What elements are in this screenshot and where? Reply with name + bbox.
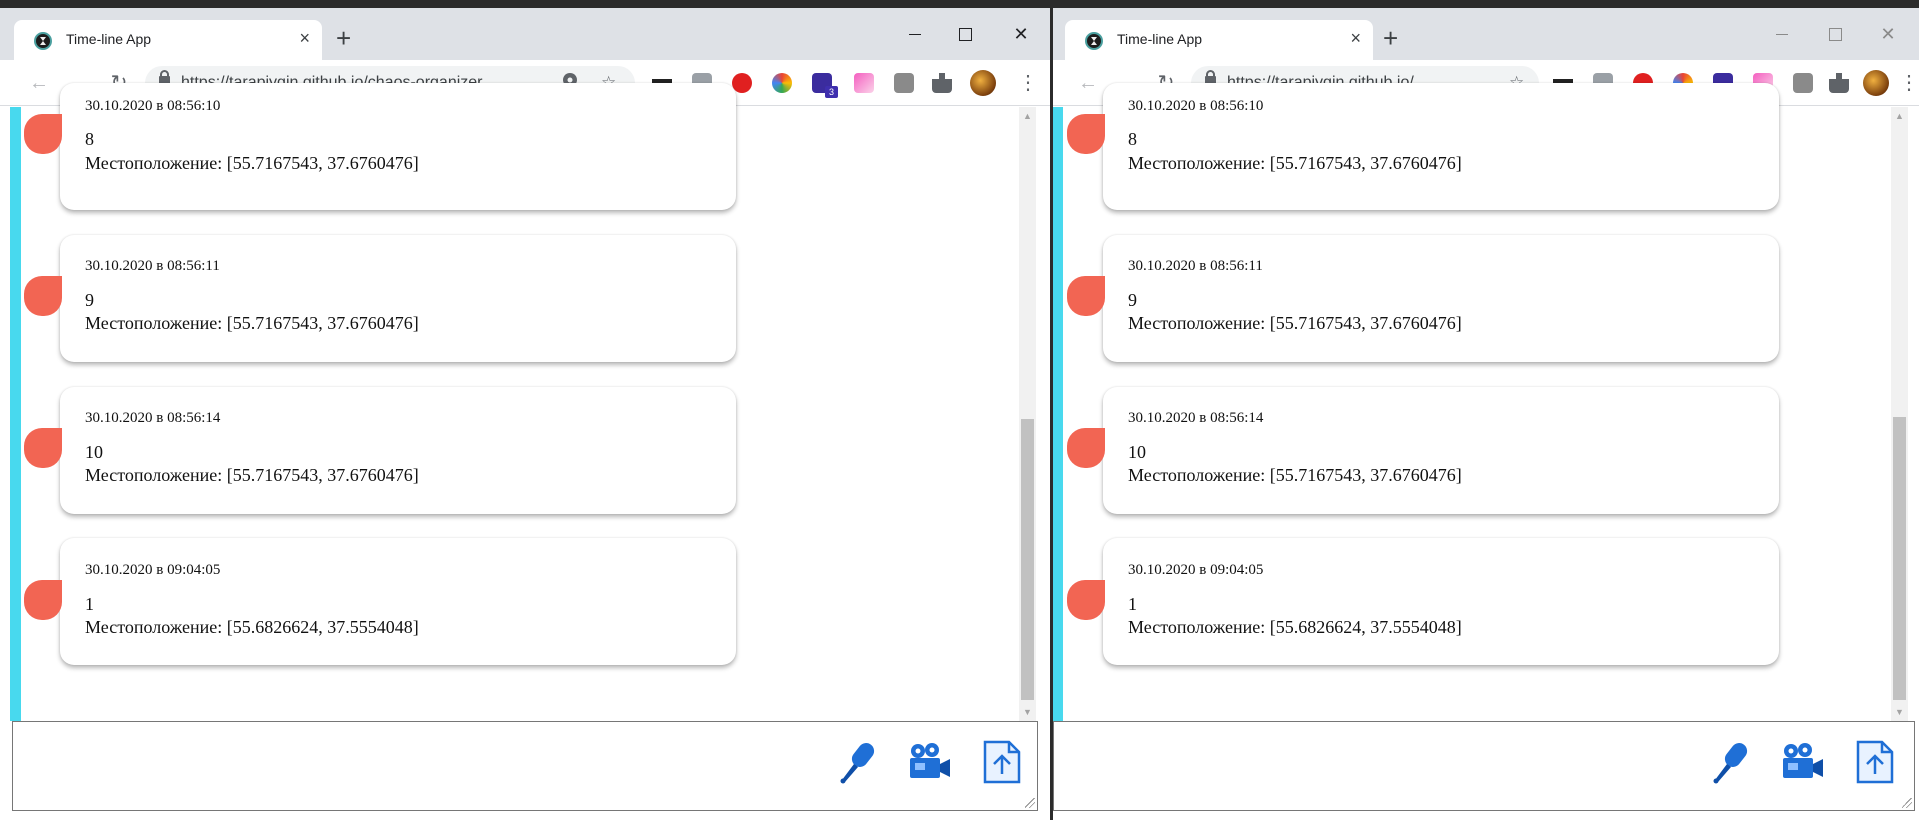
tab-title: Time-line App: [1117, 31, 1203, 47]
card-location: Местоположение: [55.7167543, 37.6760476]: [1128, 313, 1462, 333]
card-location: Местоположение: [55.7167543, 37.6760476]: [85, 465, 419, 485]
timeline-card: 30.10.2020 в 08:56:10 8 Местоположение: …: [24, 83, 736, 210]
tab-timeline-app[interactable]: Time-line App ×: [14, 20, 322, 60]
scroll-down-arrow[interactable]: ▼: [1019, 705, 1036, 719]
card-location: Местоположение: [55.6826624, 37.5554048]: [85, 617, 419, 637]
video-camera-icon[interactable]: [1778, 738, 1826, 786]
page-viewport: 30.10.2020 в 08:56:10 8 Местоположение: …: [1053, 83, 1919, 820]
scroll-thumb[interactable]: [1021, 419, 1034, 700]
page-scrollbar[interactable]: ▲ ▼: [1891, 107, 1908, 721]
page-scrollbar[interactable]: ▲ ▼: [1019, 107, 1036, 721]
timeline-marker: [1067, 114, 1105, 154]
tab-title: Time-line App: [66, 31, 152, 47]
timeline-marker: [1067, 580, 1105, 620]
adblock-extension-icon[interactable]: [732, 73, 752, 93]
card-text: 9: [1128, 290, 1137, 310]
maximize-button[interactable]: [942, 18, 988, 50]
timeline-marker: [1067, 276, 1105, 316]
browser-menu-icon[interactable]: ⋮: [1018, 70, 1038, 96]
timeline-card: 30.10.2020 в 08:56:14 10 Местоположение:…: [1067, 387, 1779, 514]
timeline-card: 30.10.2020 в 09:04:05 1 Местоположение: …: [24, 538, 736, 665]
timeline-card: 30.10.2020 в 08:56:10 8 Местоположение: …: [1067, 83, 1779, 210]
camera-extension-icon[interactable]: [894, 73, 914, 93]
timeline-marker: [24, 276, 62, 316]
card-date: 30.10.2020 в 08:56:11: [85, 258, 220, 274]
file-upload-icon[interactable]: [1850, 738, 1898, 786]
scroll-up-arrow[interactable]: ▲: [1019, 109, 1036, 123]
camera-extension-icon[interactable]: [1793, 73, 1813, 93]
card-date: 30.10.2020 в 09:04:05: [1128, 562, 1264, 578]
card-text: 8: [85, 129, 94, 149]
back-button[interactable]: ←: [26, 70, 52, 96]
tab-close-icon[interactable]: ×: [1350, 28, 1361, 48]
timeline-marker: [24, 428, 62, 468]
card-location: Местоположение: [55.6826624, 37.5554048]: [1128, 617, 1462, 637]
tab-timeline-app[interactable]: Time-line App ×: [1065, 20, 1373, 60]
timeline-card: 30.10.2020 в 09:04:05 1 Местоположение: …: [1067, 538, 1779, 665]
card-text: 8: [1128, 129, 1137, 149]
maximize-button[interactable]: [1812, 18, 1858, 50]
timeline-marker: [24, 580, 62, 620]
new-tab-button[interactable]: +: [1383, 25, 1398, 51]
browser-menu-icon[interactable]: ⋮: [1899, 70, 1919, 96]
card-location: Местоположение: [55.7167543, 37.6760476]: [1128, 153, 1462, 173]
card-date: 30.10.2020 в 08:56:10: [85, 98, 221, 114]
card-text: 1: [85, 594, 94, 614]
browser-window-left: Time-line App × + ✕ ← → ↻ https://tarapi…: [0, 8, 1050, 820]
gradient-extension-icon[interactable]: [854, 73, 874, 93]
scroll-up-arrow[interactable]: ▲: [1891, 109, 1908, 123]
timeline-card: 30.10.2020 в 08:56:11 9 Местоположение: …: [1067, 235, 1779, 362]
timeline-marker: [24, 114, 62, 154]
puzzle-extensions-icon[interactable]: [932, 73, 952, 93]
resize-grip[interactable]: [1025, 798, 1035, 808]
color-wheel-extension-icon[interactable]: [772, 73, 792, 93]
tab-strip: Time-line App × + ✕: [0, 8, 1050, 60]
close-window-button[interactable]: ✕: [1865, 18, 1911, 50]
card-text: 10: [85, 442, 103, 462]
puzzle-extensions-icon[interactable]: [1829, 73, 1849, 93]
message-composer[interactable]: [12, 721, 1038, 811]
tab-close-icon[interactable]: ×: [299, 28, 310, 48]
card-text: 1: [1128, 594, 1137, 614]
card-date: 30.10.2020 в 08:56:11: [1128, 258, 1263, 274]
profile-avatar[interactable]: [1863, 70, 1889, 96]
tab-strip: Time-line App × + ✕: [1053, 8, 1919, 60]
microphone-icon[interactable]: [833, 738, 881, 786]
card-date: 30.10.2020 в 08:56:14: [85, 410, 221, 426]
card-date: 30.10.2020 в 08:56:14: [1128, 410, 1264, 426]
minimize-button[interactable]: [1759, 18, 1805, 50]
new-tab-button[interactable]: +: [336, 25, 351, 51]
graduation-cap-extension-icon[interactable]: 3: [812, 73, 838, 98]
timeline-stripe: [1053, 107, 1063, 721]
card-date: 30.10.2020 в 09:04:05: [85, 562, 221, 578]
card-text: 9: [85, 290, 94, 310]
timeline-stripe: [10, 107, 21, 721]
page-viewport: 30.10.2020 в 08:56:10 8 Местоположение: …: [0, 83, 1050, 820]
timeline-card: 30.10.2020 в 08:56:14 10 Местоположение:…: [24, 387, 736, 514]
card-location: Местоположение: [55.7167543, 37.6760476]: [85, 313, 419, 333]
video-camera-icon[interactable]: [905, 738, 953, 786]
card-date: 30.10.2020 в 08:56:10: [1128, 98, 1264, 114]
microphone-icon[interactable]: [1706, 738, 1754, 786]
card-location: Местоположение: [55.7167543, 37.6760476]: [85, 153, 419, 173]
card-text: 10: [1128, 442, 1146, 462]
file-upload-icon[interactable]: [977, 738, 1025, 786]
resize-grip[interactable]: [1902, 798, 1912, 808]
card-location: Местоположение: [55.7167543, 37.6760476]: [1128, 465, 1462, 485]
hourglass-icon: [34, 32, 52, 50]
hourglass-icon: [1085, 32, 1103, 50]
minimize-button[interactable]: [892, 18, 938, 50]
scroll-down-arrow[interactable]: ▼: [1891, 705, 1908, 719]
browser-window-right: Time-line App × + ✕ ← → ↻ https://tarapi…: [1053, 8, 1919, 820]
profile-avatar[interactable]: [970, 70, 996, 96]
timeline-marker: [1067, 428, 1105, 468]
close-window-button[interactable]: ✕: [998, 18, 1044, 50]
back-button[interactable]: ←: [1075, 70, 1101, 96]
scroll-thumb[interactable]: [1893, 417, 1906, 700]
message-composer[interactable]: [1053, 721, 1915, 811]
timeline-card: 30.10.2020 в 08:56:11 9 Местоположение: …: [24, 235, 736, 362]
extension-badge: 3: [825, 86, 838, 98]
